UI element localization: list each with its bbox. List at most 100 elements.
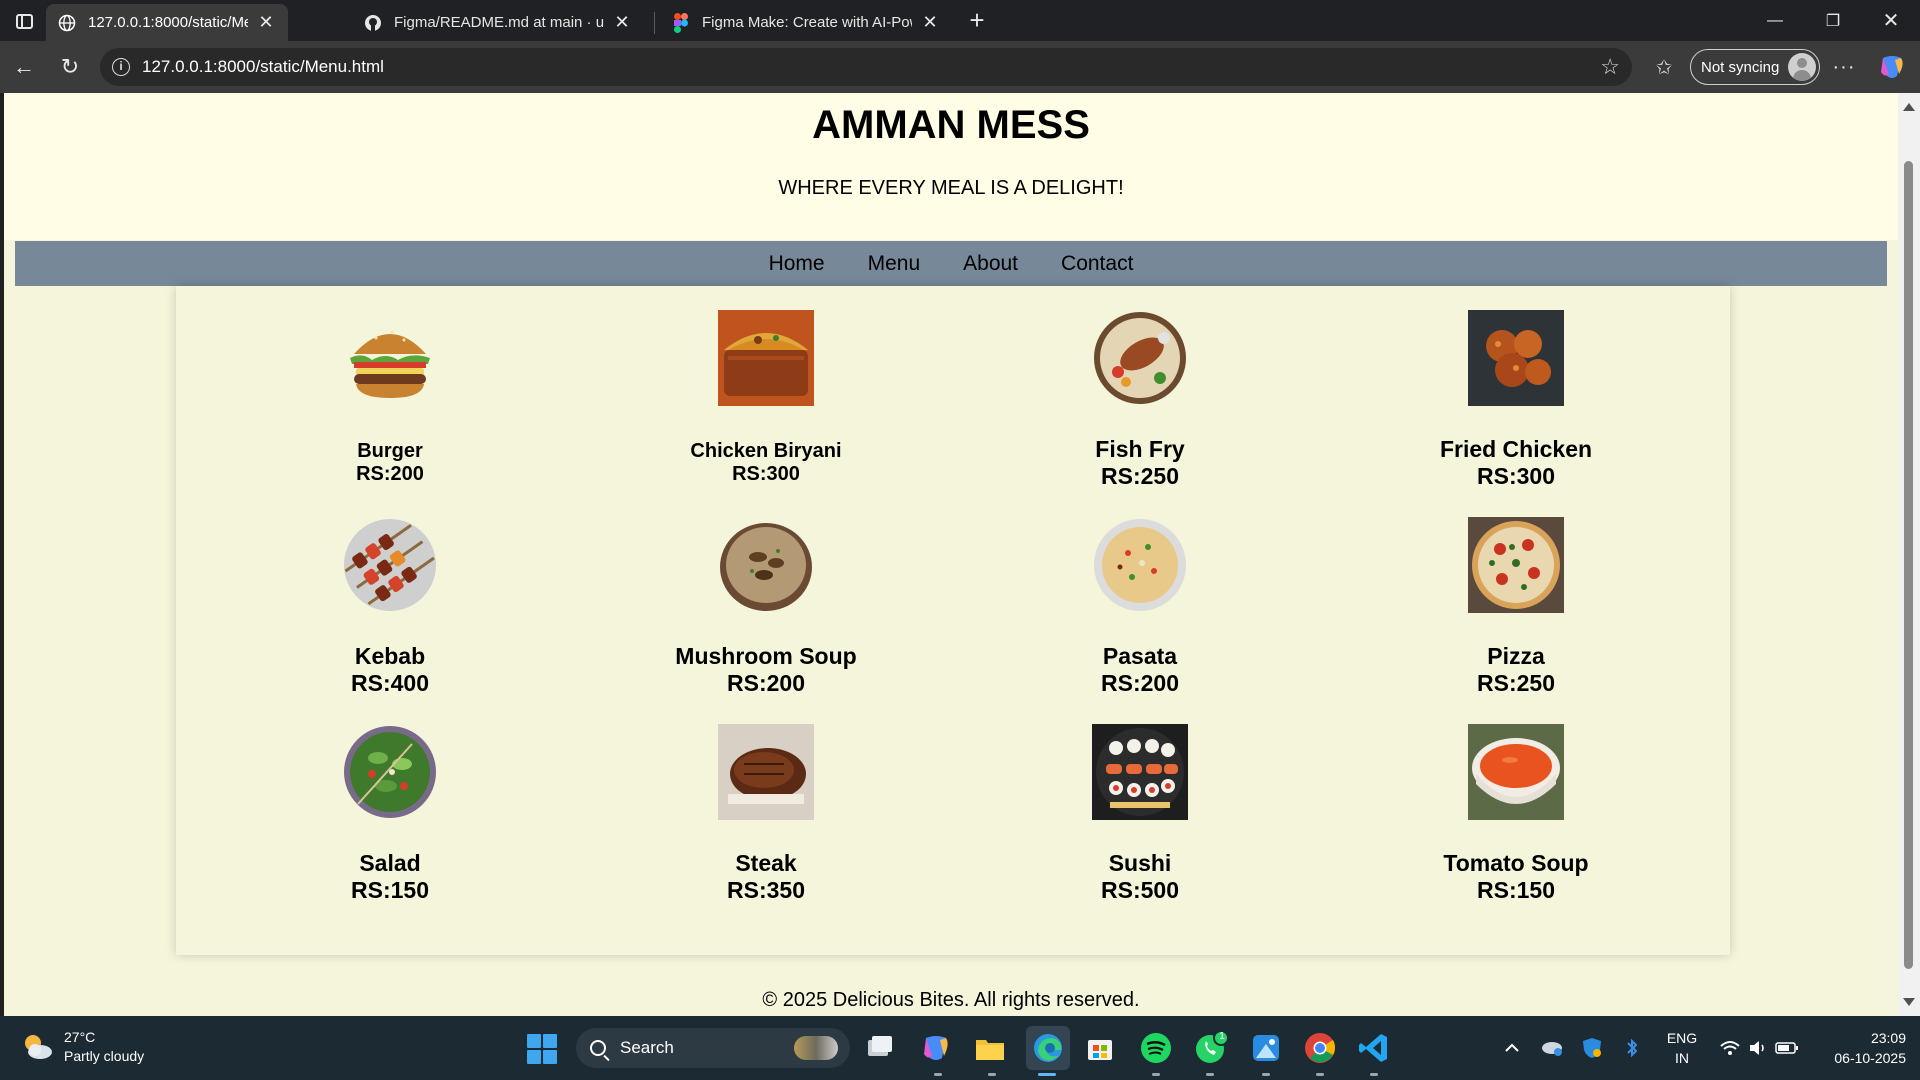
dish-price: RS:150 <box>1477 877 1555 903</box>
site-footer: © 2025 Delicious Bites. All rights reser… <box>762 989 1140 1011</box>
favorites-icon[interactable]: ✩ <box>1648 51 1680 83</box>
site-header: AMMAN MESS WHERE EVERY MEAL IS A DELIGHT… <box>4 93 1898 240</box>
security-shield-icon[interactable] <box>1578 1016 1606 1080</box>
whatsapp-badge: 1 <box>1219 1031 1225 1042</box>
favorite-star-icon[interactable]: ☆ <box>1600 54 1620 80</box>
bluetooth-icon[interactable] <box>1618 1016 1646 1080</box>
dish-name: Salad <box>359 850 421 876</box>
menu-grid: Burger RS:200 Chicken Biryani RS:300 Fis… <box>176 286 1730 955</box>
minimize-button[interactable]: — <box>1746 0 1804 41</box>
dish-price: RS:500 <box>1101 877 1179 903</box>
menu-item: Steak RS:350 <box>616 724 916 904</box>
dish-name: Fish Fry <box>1095 436 1185 462</box>
tab-github-readme[interactable]: Figma/README.md at main · udh ✕ <box>352 4 644 41</box>
menu-item: Pizza RS:250 <box>1366 517 1666 697</box>
whatsapp-icon[interactable]: 1 <box>1192 1030 1229 1066</box>
site-tagline: WHERE EVERY MEAL IS A DELIGHT! <box>778 177 1124 199</box>
vscode-icon[interactable] <box>1356 1030 1392 1066</box>
menu-item: Kebab RS:400 <box>240 517 540 697</box>
chrome-icon[interactable] <box>1302 1030 1338 1066</box>
dish-name: Pasata <box>1102 643 1178 669</box>
battery-icon[interactable] <box>1772 1016 1802 1080</box>
nav-link-home[interactable]: Home <box>769 252 825 276</box>
dish-price: RS:300 <box>732 463 800 485</box>
menu-item: Mushroom Soup RS:200 <box>616 517 916 697</box>
menu-item: Chicken Biryani RS:300 <box>616 310 916 486</box>
nav-link-contact[interactable]: Contact <box>1061 252 1133 276</box>
dish-price: RS:350 <box>727 877 805 903</box>
close-window-button[interactable]: ✕ <box>1862 0 1920 41</box>
close-tab-icon[interactable]: ✕ <box>612 12 632 33</box>
spotify-icon[interactable] <box>1138 1030 1174 1066</box>
weather-desc: Partly cloudy <box>64 1048 145 1064</box>
nav-link-about[interactable]: About <box>963 252 1018 276</box>
close-tab-icon[interactable]: ✕ <box>256 12 276 33</box>
dish-price: RS:200 <box>727 670 805 696</box>
page-scrollbar[interactable] <box>1898 93 1920 1016</box>
browser-toolbar: ← ↻ i 127.0.0.1:8000/static/Menu.html ☆ … <box>0 41 1920 93</box>
app-running-indicator <box>1206 1073 1214 1076</box>
tomato-soup-image <box>1468 724 1564 820</box>
copilot-icon[interactable] <box>1877 52 1907 82</box>
dish-name: Mushroom Soup <box>675 643 857 669</box>
volume-icon[interactable] <box>1744 1016 1772 1080</box>
language-indicator[interactable]: ENG IN <box>1664 1028 1700 1068</box>
microsoft-store-icon[interactable] <box>1082 1030 1118 1066</box>
partly-cloudy-icon <box>25 1035 52 1059</box>
copilot-app-icon[interactable] <box>918 1030 954 1066</box>
system-clock[interactable]: 23:09 06-10-2025 <box>1816 1028 1906 1068</box>
more-options-icon[interactable]: ··· <box>1828 51 1860 83</box>
menu-panel: Burger RS:200 Chicken Biryani RS:300 Fis… <box>176 286 1730 955</box>
address-bar[interactable]: i 127.0.0.1:8000/static/Menu.html ☆ <box>100 48 1632 86</box>
close-tab-icon[interactable]: ✕ <box>920 12 940 33</box>
scroll-up-icon[interactable] <box>1903 103 1915 111</box>
app-active-indicator <box>1038 1073 1056 1076</box>
scroll-thumb[interactable] <box>1904 161 1913 969</box>
onedrive-icon[interactable] <box>1538 1016 1566 1080</box>
scroll-down-icon[interactable] <box>1903 998 1915 1006</box>
tab-menu-html[interactable]: 127.0.0.1:8000/static/Menu.html ✕ <box>46 4 288 41</box>
taskbar-search[interactable]: Search <box>576 1028 850 1068</box>
tab-actions-icon[interactable] <box>8 6 40 36</box>
show-hidden-icons-icon[interactable] <box>1500 1016 1524 1080</box>
taskbar: 27°C Partly cloudy Search 1 ENG IN 23:09… <box>0 1016 1920 1080</box>
avatar <box>1788 53 1816 81</box>
dish-price: RS:250 <box>1477 670 1555 696</box>
dish-name: Tomato Soup <box>1443 850 1589 876</box>
pasta-image <box>1094 519 1186 611</box>
file-explorer-icon[interactable] <box>972 1030 1008 1066</box>
weather-widget[interactable]: 27°C Partly cloudy <box>20 1028 144 1066</box>
dish-name: Burger <box>357 440 423 462</box>
github-icon <box>364 14 382 32</box>
tab-title: 127.0.0.1:8000/static/Menu.html <box>88 14 248 31</box>
tab-separator <box>654 12 655 34</box>
restore-button[interactable]: ❐ <box>1804 0 1862 41</box>
reload-button[interactable]: ↻ <box>54 51 86 83</box>
pizza-image <box>1468 517 1564 613</box>
menu-item: Burger RS:200 <box>240 310 540 486</box>
dish-price: RS:300 <box>1477 463 1555 489</box>
dish-price: RS:200 <box>1101 670 1179 696</box>
weather-temp: 27°C <box>64 1029 96 1045</box>
search-label: Search <box>620 1038 674 1057</box>
nav-link-menu[interactable]: Menu <box>868 252 921 276</box>
windows-start-icon[interactable] <box>527 1034 557 1064</box>
new-tab-button[interactable]: + <box>962 6 992 36</box>
steak-image <box>718 724 814 820</box>
tab-figma-make[interactable]: Figma Make: Create with AI-Powe ✕ <box>660 4 952 41</box>
lang-line1: ENG <box>1666 1030 1698 1046</box>
site-info-icon[interactable]: i <box>112 58 130 76</box>
site-nav: Home Menu About Contact <box>15 241 1887 286</box>
wifi-icon[interactable] <box>1716 1016 1744 1080</box>
profile-sync-button[interactable]: Not syncing <box>1690 49 1820 85</box>
app-running-indicator <box>1262 1073 1270 1076</box>
dish-name: Pizza <box>1487 643 1545 669</box>
back-button[interactable]: ← <box>8 51 40 83</box>
task-view-icon[interactable] <box>862 1030 898 1066</box>
kebab-image <box>344 519 436 611</box>
menu-item: Fried Chicken RS:300 <box>1366 310 1666 490</box>
menu-item: Tomato Soup RS:150 <box>1366 724 1666 904</box>
clock-time: 23:09 <box>1870 1030 1906 1046</box>
photos-icon[interactable] <box>1248 1030 1284 1066</box>
edge-browser-icon[interactable] <box>1026 1026 1070 1070</box>
